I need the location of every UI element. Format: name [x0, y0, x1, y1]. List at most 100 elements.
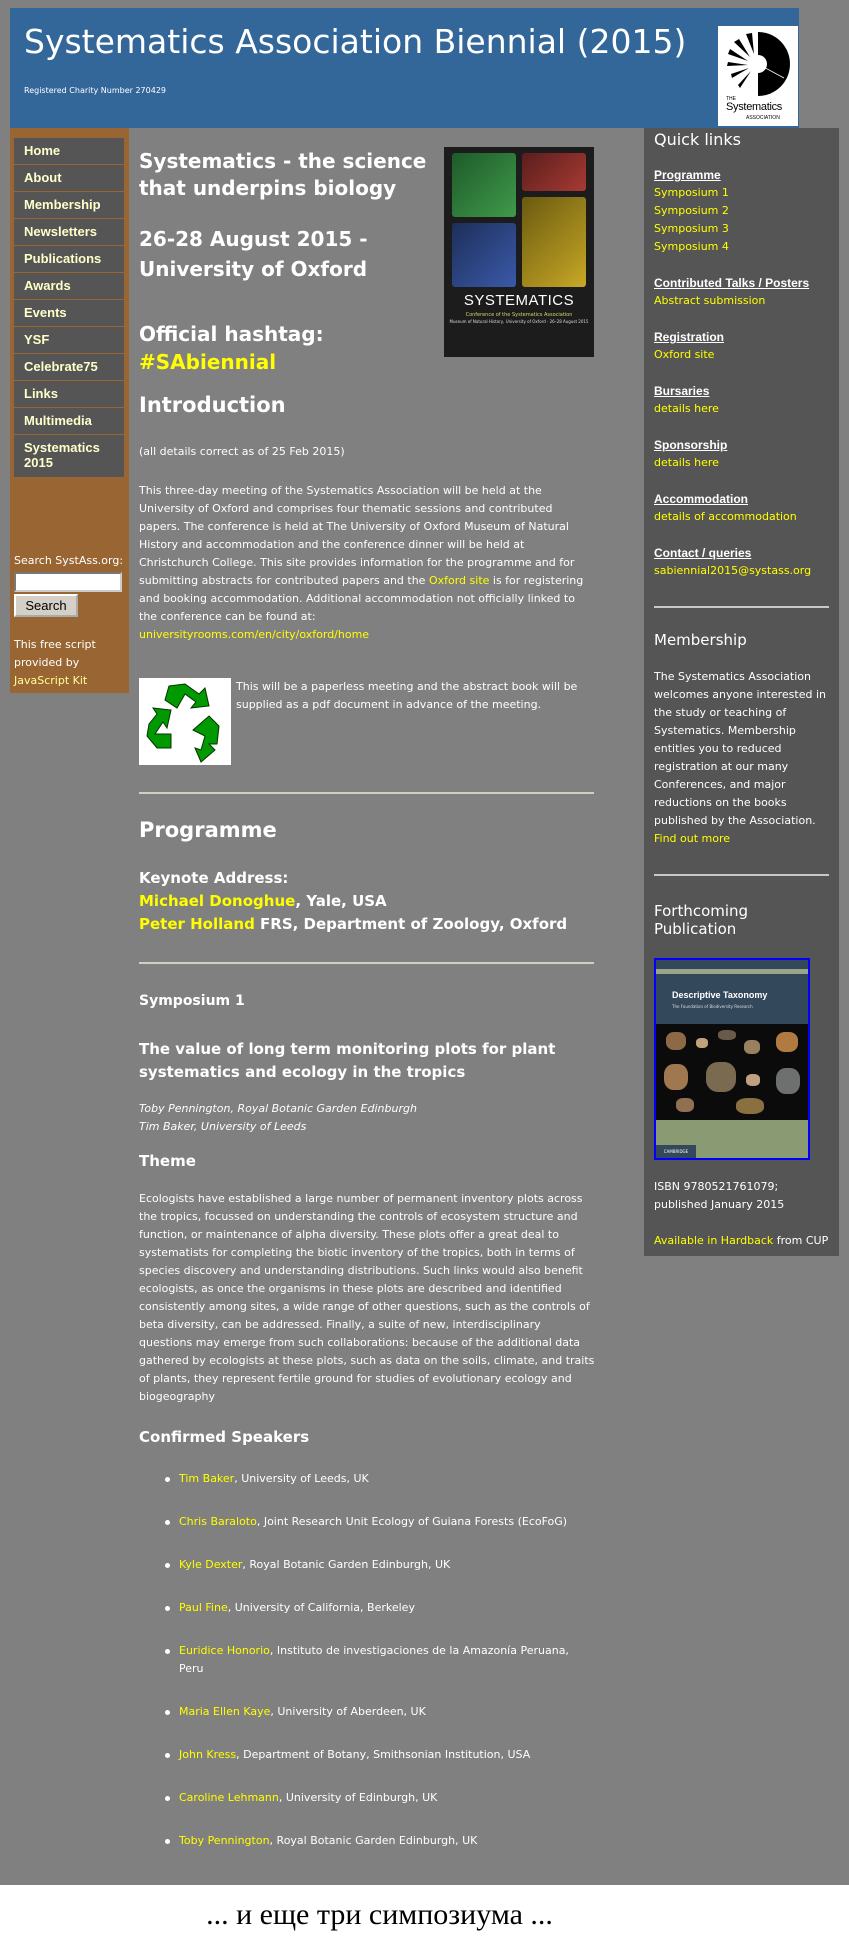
available-in-hardback-link[interactable]: Available in Hardback — [654, 1234, 773, 1247]
oxford-site-link[interactable]: Oxford site — [429, 574, 489, 587]
quick-link-symposium-3[interactable]: Symposium 3 — [654, 220, 729, 238]
quick-link-symposium-4[interactable]: Symposium 4 — [654, 238, 729, 256]
speaker-name-link[interactable]: John Kress — [179, 1748, 236, 1761]
quick-link-category[interactable]: Contributed Talks / Posters — [654, 274, 809, 292]
speaker-name-link[interactable]: Toby Pennington — [179, 1834, 270, 1847]
speaker-name-link[interactable]: Kyle Dexter — [179, 1558, 242, 1571]
organiser: Toby Pennington, Royal Botanic Garden Ed… — [139, 1102, 417, 1115]
bullet-icon — [165, 1710, 170, 1715]
speaker-name-link[interactable]: Tim Baker — [179, 1472, 234, 1485]
quick-link-category[interactable]: Programme — [654, 166, 729, 184]
speaker-name-link[interactable]: Paul Fine — [179, 1601, 228, 1614]
nav-item-membership[interactable]: Membership — [14, 192, 124, 219]
speaker-item: Chris Baraloto, Joint Research Unit Ecol… — [139, 1513, 594, 1531]
charity-number: Registered Charity Number 270429 — [24, 86, 167, 95]
hashtag-label: Official hashtag: — [139, 322, 324, 346]
keynote-speaker-affiliation: FRS, Department of Zoology, Oxford — [254, 915, 568, 933]
specimen — [736, 1098, 764, 1114]
systematics-association-logo[interactable]: THE Systematics ASSOCIATION — [718, 26, 798, 126]
contact-email-link[interactable]: sabiennial2015@systass.org — [654, 562, 811, 580]
search-input[interactable] — [14, 572, 122, 592]
quick-link-category[interactable]: Bursaries — [654, 382, 719, 400]
bullet-icon — [165, 1520, 170, 1525]
nav-item-home[interactable]: Home — [14, 138, 124, 165]
tagline: Systematics - the science that underpins… — [139, 149, 427, 200]
membership-heading: Membership — [654, 631, 747, 649]
quick-link-category[interactable]: Sponsorship — [654, 436, 727, 454]
keynote-speaker-affiliation: , Yale, USA — [295, 892, 387, 910]
quick-link-bursaries-details[interactable]: details here — [654, 400, 719, 418]
quick-link-group-accommodation: Accommodation details of accommodation — [654, 490, 797, 526]
book-isbn: ISBN 9780521761079; published January 20… — [654, 1180, 785, 1211]
quick-link-group-contributed: Contributed Talks / Posters Abstract sub… — [654, 274, 809, 310]
membership-text: The Systematics Association welcomes any… — [654, 668, 829, 848]
nav-item-newsletters[interactable]: Newsletters — [14, 219, 124, 246]
speaker-name-link[interactable]: Caroline Lehmann — [179, 1791, 279, 1804]
quick-link-sponsorship-details[interactable]: details here — [654, 454, 727, 472]
speaker-affiliation: , Joint Research Unit Ecology of Guiana … — [256, 1515, 568, 1528]
speaker-name-link[interactable]: Euridice Honorio — [179, 1644, 270, 1657]
quick-links-heading: Quick links — [654, 130, 741, 149]
quick-link-oxford-site[interactable]: Oxford site — [654, 346, 724, 364]
quick-link-group-sponsorship: Sponsorship details here — [654, 436, 727, 472]
nav-item-awards[interactable]: Awards — [14, 273, 124, 300]
speaker-item: John Kress, Department of Botany, Smiths… — [139, 1746, 594, 1764]
speaker-item: Maria Ellen Kaye, University of Aberdeen… — [139, 1703, 594, 1721]
keynote-speaker-name[interactable]: Michael Donoghue — [139, 892, 295, 910]
forthcoming-publication-heading: Forthcoming Publication — [654, 902, 749, 938]
poster-starfish-tile — [452, 223, 516, 287]
find-out-more-link[interactable]: Find out more — [654, 832, 730, 845]
nav-item-systematics-2015[interactable]: Systematics 2015 — [14, 435, 124, 478]
quick-link-category[interactable]: Accommodation — [654, 490, 797, 508]
speaker-item: Tim Baker, University of Leeds, UK — [139, 1470, 594, 1488]
introduction-heading: Introduction — [139, 393, 286, 417]
search-button[interactable]: Search — [14, 594, 78, 617]
quick-link-symposium-2[interactable]: Symposium 2 — [654, 202, 729, 220]
speaker-name-link[interactable]: Maria Ellen Kaye — [179, 1705, 270, 1718]
keynote-section: Keynote Address: Michael Donoghue, Yale,… — [139, 867, 594, 936]
book-cover[interactable]: Descriptive Taxonomy The Foundation of B… — [654, 958, 810, 1160]
book-title: Descriptive Taxonomy — [672, 990, 768, 1000]
nav-item-multimedia[interactable]: Multimedia — [14, 408, 124, 435]
theme-heading: Theme — [139, 1152, 196, 1170]
keynote-speaker-name[interactable]: Peter Holland — [139, 915, 255, 933]
quick-link-category[interactable]: Contact / queries — [654, 544, 811, 562]
quick-link-group-contact: Contact / queries sabiennial2015@systass… — [654, 544, 811, 580]
conference-poster[interactable]: SYSTEMATICS Conference of the Systematic… — [444, 147, 594, 357]
quick-link-category[interactable]: Registration — [654, 328, 724, 346]
speaker-name-link[interactable]: Chris Baraloto — [179, 1515, 257, 1528]
book-availability: Available in Hardback from CUP — [654, 1232, 829, 1250]
poster-title: SYSTEMATICS — [463, 292, 575, 309]
specimen — [676, 1098, 694, 1112]
site-title: Systematics Association Biennial (2015) — [24, 22, 687, 61]
javascript-kit-link[interactable]: JavaScript Kit — [14, 674, 87, 687]
nav-item-about[interactable]: About — [14, 165, 124, 192]
book-publisher: CAMBRIDGE — [656, 1145, 696, 1158]
bullet-icon — [165, 1563, 170, 1568]
quick-link-symposium-1[interactable]: Symposium 1 — [654, 184, 729, 202]
bullet-icon — [165, 1649, 170, 1654]
nav-item-events[interactable]: Events — [14, 300, 124, 327]
nav-item-celebrate75[interactable]: Celebrate75 — [14, 354, 124, 381]
quick-link-accommodation-details[interactable]: details of accommodation — [654, 508, 797, 526]
speaker-item: Euridice Honorio, Instituto de investiga… — [139, 1642, 594, 1678]
speaker-affiliation: , Department of Botany, Smithsonian Inst… — [236, 1748, 531, 1761]
membership-description: The Systematics Association welcomes any… — [654, 670, 826, 827]
university-rooms-link[interactable]: universityrooms.com/en/city/oxford/home — [139, 628, 369, 641]
quick-link-group-registration: Registration Oxford site — [654, 328, 724, 364]
bullet-icon — [165, 1606, 170, 1611]
nav-item-links[interactable]: Links — [14, 381, 124, 408]
theme-text: Ecologists have established a large numb… — [139, 1192, 595, 1403]
organiser: Tim Baker, University of Leeds — [139, 1120, 307, 1133]
free-script-line2: provided by — [14, 656, 80, 669]
poster-subtitle: Conference of the Systematics Associatio… — [465, 312, 573, 318]
quick-link-group-bursaries: Bursaries details here — [654, 382, 719, 418]
keynote-speaker: Peter Holland FRS, Department of Zoology… — [139, 913, 594, 936]
recycle-icon — [139, 678, 231, 765]
quick-link-abstract-submission[interactable]: Abstract submission — [654, 292, 809, 310]
bullet-icon — [165, 1477, 170, 1482]
nav-item-publications[interactable]: Publications — [14, 246, 124, 273]
speaker-affiliation: , Royal Botanic Garden Edinburgh, UK — [242, 1558, 451, 1571]
nav-item-ysf[interactable]: YSF — [14, 327, 124, 354]
bullet-icon — [165, 1753, 170, 1758]
